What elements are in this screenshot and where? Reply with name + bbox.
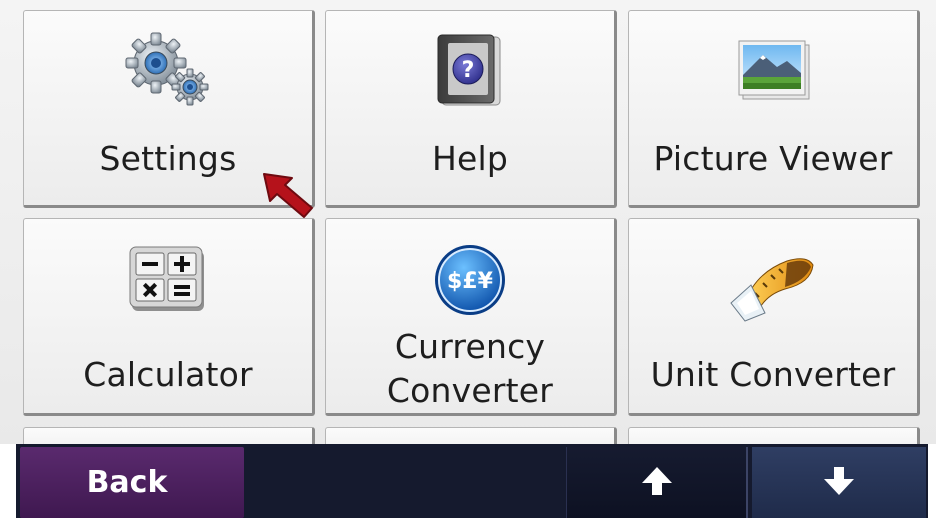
tape-measure-icon: [725, 243, 821, 327]
help-label: Help: [431, 139, 509, 178]
unit-converter-label: Unit Converter: [650, 355, 896, 394]
unit-converter-tile[interactable]: Unit Converter: [628, 218, 920, 416]
arrow-up-icon: [640, 464, 674, 502]
picture-viewer-label: Picture Viewer: [653, 139, 893, 178]
scroll-down-button[interactable]: [752, 447, 926, 518]
red-arrow-icon: [258, 168, 316, 224]
calculator-icon: [126, 243, 210, 321]
back-button[interactable]: Back: [20, 447, 244, 518]
help-tile[interactable]: ? Help: [325, 10, 617, 208]
calculator-tile[interactable]: Calculator: [23, 218, 315, 416]
menu-grid: Settings ? Help Picture Viewer Calculato…: [0, 0, 936, 467]
help-book-icon: ?: [432, 31, 508, 115]
svg-text:$£¥: $£¥: [447, 269, 494, 294]
currency-converter-tile[interactable]: $£¥ Currency Converter: [325, 218, 617, 416]
picture-viewer-tile[interactable]: Picture Viewer: [628, 10, 920, 208]
back-button-label: Back: [86, 465, 168, 500]
gear-icon: [120, 31, 216, 113]
calculator-label: Calculator: [83, 355, 253, 394]
svg-text:?: ?: [462, 58, 475, 83]
scroll-up-button[interactable]: [566, 447, 748, 518]
currency-coin-icon: $£¥: [431, 241, 509, 323]
currency-converter-label: Currency Converter: [386, 327, 554, 410]
arrow-down-icon: [822, 464, 856, 502]
photo-icon: [727, 31, 819, 115]
